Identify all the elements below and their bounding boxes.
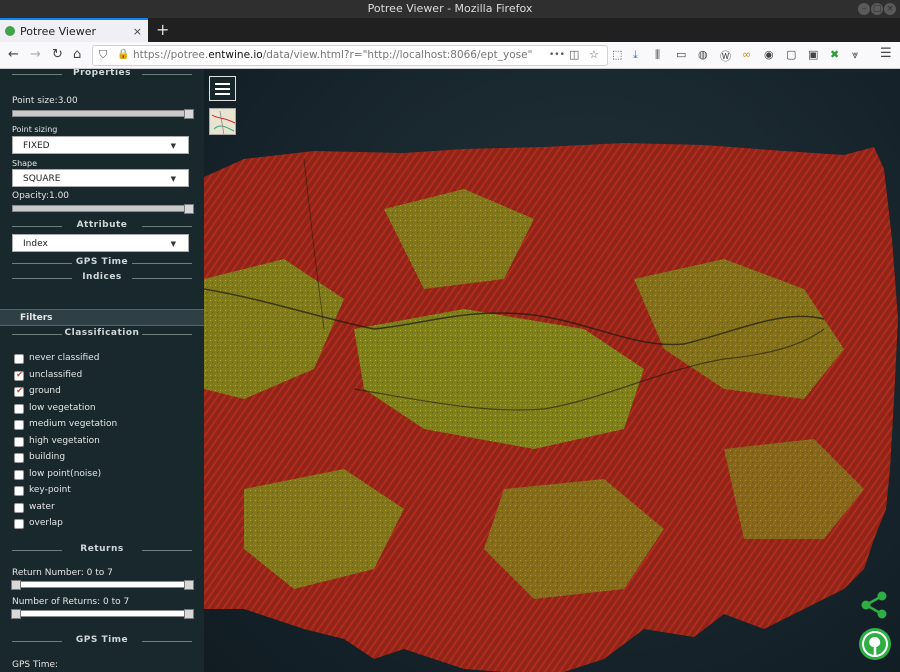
return-number-min-thumb[interactable] xyxy=(11,580,21,590)
return-number-label: Return Number: 0 to 7 xyxy=(12,568,113,578)
classification-label[interactable]: building xyxy=(29,452,65,462)
lock-icon[interactable]: 🔒 xyxy=(117,49,129,60)
returns-header: Returns xyxy=(0,544,204,554)
wordpress-icon[interactable]: Ⓦ xyxy=(720,48,731,64)
share-icon[interactable] xyxy=(859,590,889,620)
potree-favicon-icon xyxy=(5,26,15,36)
return-number-range-slider[interactable] xyxy=(11,580,194,590)
extension-cross-icon[interactable]: ✖ xyxy=(830,48,839,61)
back-button[interactable]: ← xyxy=(8,47,19,63)
maximize-icon[interactable]: □ xyxy=(871,3,883,15)
page-actions-icon[interactable]: ••• xyxy=(549,50,565,60)
navigation-bar: ← → ↻ ⌂ ⛉ 🔒 https://potree.entwine.io/da… xyxy=(0,42,900,69)
classification-label[interactable]: water xyxy=(29,502,55,512)
potree-logo-icon[interactable] xyxy=(858,627,892,661)
account-icon[interactable]: ◉ xyxy=(764,48,774,61)
properties-header: Properties xyxy=(0,69,204,78)
point-size-slider[interactable] xyxy=(12,109,194,119)
url-text[interactable]: https://potree.entwine.io/data/view.html… xyxy=(133,49,532,61)
window-title: Potree Viewer - Mozilla Firefox xyxy=(367,2,533,15)
attribute-header: Attribute xyxy=(0,220,204,230)
point-size-slider-thumb[interactable] xyxy=(184,109,194,119)
point-size-label: Point size:3.00 xyxy=(12,96,78,106)
classification-checkbox[interactable] xyxy=(14,486,24,496)
shape-label: Shape xyxy=(12,159,38,168)
url-bar[interactable]: ⛉ 🔒 https://potree.entwine.io/data/view.… xyxy=(92,45,608,66)
classification-label[interactable]: low vegetation xyxy=(29,403,96,413)
classification-label[interactable]: ground xyxy=(29,386,61,396)
library-icon[interactable]: ⫼ xyxy=(655,48,660,62)
point-sizing-value: FIXED xyxy=(23,141,50,151)
opacity-label: Opacity:1.00 xyxy=(12,191,70,201)
classification-checkbox[interactable] xyxy=(14,386,24,397)
point-cloud-render[interactable] xyxy=(204,69,900,672)
classification-checkbox[interactable] xyxy=(14,469,24,480)
new-tab-button[interactable]: + xyxy=(156,18,169,42)
classification-label[interactable]: medium vegetation xyxy=(29,419,117,429)
opacity-slider[interactable] xyxy=(12,204,194,214)
classification-checkbox[interactable] xyxy=(14,453,24,463)
classification-label[interactable]: overlap xyxy=(29,518,63,528)
number-of-returns-max-thumb[interactable] xyxy=(184,609,194,619)
classification-label[interactable]: key-point xyxy=(29,485,71,495)
reload-button[interactable]: ↻ xyxy=(52,47,63,63)
sidebar-toggle-icon[interactable]: ▭ xyxy=(676,48,686,61)
home-button[interactable]: ⌂ xyxy=(73,47,81,63)
return-number-max-thumb[interactable] xyxy=(184,580,194,590)
bookmark-star-icon[interactable]: ☆ xyxy=(589,48,599,61)
opacity-slider-thumb[interactable] xyxy=(184,204,194,214)
classification-label[interactable]: unclassified xyxy=(29,370,82,380)
tab-potree-viewer[interactable]: Potree Viewer × xyxy=(0,18,148,42)
classification-checkbox[interactable] xyxy=(14,519,24,529)
gps-time-header: GPS Time xyxy=(0,257,204,267)
number-of-returns-min-thumb[interactable] xyxy=(11,609,21,619)
window-titlebar: Potree Viewer - Mozilla Firefox – □ × xyxy=(0,0,900,18)
point-sizing-label: Point sizing xyxy=(12,125,58,134)
extension-screen-icon[interactable]: ▣ xyxy=(808,48,818,61)
tab-label: Potree Viewer xyxy=(20,25,96,38)
close-window-icon[interactable]: × xyxy=(884,3,896,15)
filters-section-toggle[interactable]: Filters xyxy=(0,309,204,326)
tab-close-icon[interactable]: × xyxy=(133,20,142,44)
extension-box-icon[interactable]: ▢ xyxy=(786,48,796,61)
attribute-value: Index xyxy=(23,239,48,249)
extension-globe-icon[interactable]: ◍ xyxy=(698,48,708,61)
classification-checkbox[interactable] xyxy=(14,403,24,414)
classification-checkbox[interactable] xyxy=(14,354,24,364)
map-thumbnail-icon[interactable] xyxy=(209,108,236,135)
number-of-returns-range-slider[interactable] xyxy=(11,609,194,619)
potree-sidebar[interactable]: Properties Point size:3.00 Point sizing … xyxy=(0,69,204,672)
classification-header: Classification xyxy=(0,328,204,338)
pocket-icon[interactable]: ◫ xyxy=(569,48,579,61)
point-sizing-select[interactable]: FIXED ▼ xyxy=(12,136,189,154)
indices-header: Indices xyxy=(0,272,204,282)
number-of-returns-label: Number of Returns: 0 to 7 xyxy=(12,597,130,607)
extension-glasses-icon[interactable]: ∞ xyxy=(742,48,751,61)
classification-checkbox[interactable] xyxy=(14,370,24,381)
download-icon[interactable]: ⤓ xyxy=(633,48,638,62)
hamburger-icon[interactable] xyxy=(209,76,236,101)
attribute-select[interactable]: Index ▼ xyxy=(12,234,189,252)
pocket-save-icon[interactable]: ⬚ xyxy=(612,48,622,61)
gps-time-filter-label: GPS Time: xyxy=(12,660,59,670)
shape-value: SQUARE xyxy=(23,174,61,184)
tab-bar: Potree Viewer × + xyxy=(0,18,900,42)
gps-time-filter-header: GPS Time xyxy=(0,635,204,645)
forward-button[interactable]: → xyxy=(30,47,41,63)
shield-icon[interactable]: ⛉ xyxy=(99,48,107,62)
hamburger-menu-button[interactable]: ☰ xyxy=(880,46,892,61)
classification-label[interactable]: low point(noise) xyxy=(29,469,101,479)
chevron-down-icon: ▼ xyxy=(170,175,176,183)
classification-checkbox[interactable] xyxy=(14,420,24,430)
shape-select[interactable]: SQUARE ▼ xyxy=(12,169,189,187)
chevron-down-icon: ▼ xyxy=(170,240,176,248)
extension-v-icon[interactable]: ⩔ xyxy=(852,48,858,62)
chevron-down-icon: ▼ xyxy=(170,142,176,150)
classification-label[interactable]: high vegetation xyxy=(29,436,100,446)
point-cloud-viewer[interactable] xyxy=(204,69,900,672)
classification-checkbox[interactable] xyxy=(14,436,24,447)
classification-checkbox[interactable] xyxy=(14,502,24,513)
minimize-icon[interactable]: – xyxy=(858,3,870,15)
classification-label[interactable]: never classified xyxy=(29,353,99,363)
